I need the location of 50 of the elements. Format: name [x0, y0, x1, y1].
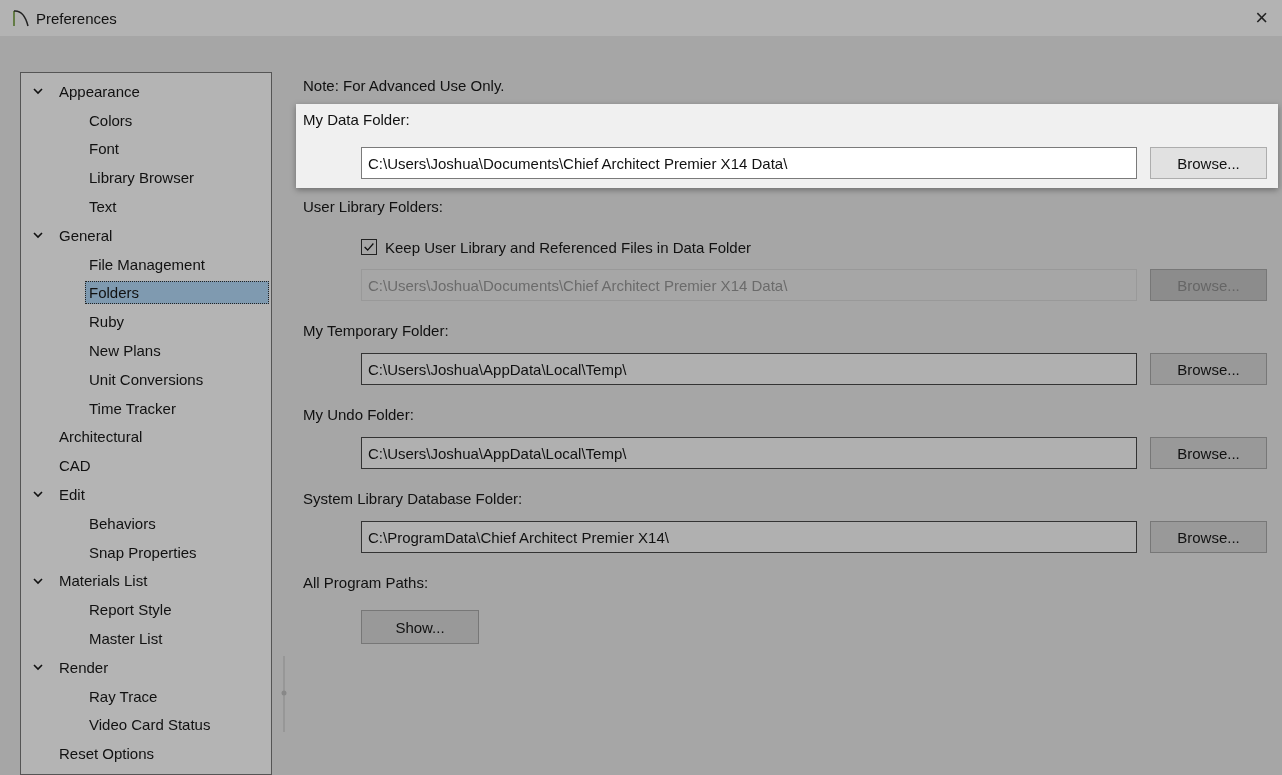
section-label: System Library Database Folder: [303, 489, 524, 509]
checkbox-label: Keep User Library and Referenced Files in Data Folder [385, 238, 751, 256]
tree-item[interactable]: Behaviors [85, 511, 160, 535]
tree-item[interactable]: Edit [55, 483, 89, 507]
note-text: Note: For Advanced Use Only. [302, 76, 506, 96]
browse-button[interactable]: Browse... [1150, 147, 1267, 179]
tree-item[interactable]: File Management [85, 252, 209, 276]
tree-item[interactable]: General [55, 223, 117, 247]
tree-item[interactable]: Ruby [85, 310, 129, 334]
path-field[interactable]: C:\Users\Joshua\AppData\Local\Temp\ [361, 353, 1137, 385]
show-button[interactable]: Show... [361, 610, 479, 644]
chevron-down-icon[interactable] [33, 87, 43, 95]
path-field[interactable]: C:\ProgramData\Chief Architect Premier X14\ [361, 521, 1137, 553]
browse-button[interactable]: Browse... [1150, 521, 1267, 553]
window-title: Preferences [36, 9, 118, 27]
tree-item[interactable]: Materials List [55, 569, 152, 593]
tree-item[interactable]: Library Browser [85, 166, 199, 190]
tree-item[interactable]: Snap Properties [85, 540, 201, 564]
tree-item[interactable]: New Plans [85, 339, 165, 363]
section-label: My Data Folder: [303, 110, 411, 130]
tree-item[interactable]: Folders [85, 281, 269, 305]
tree-item[interactable]: Architectural [55, 425, 147, 449]
section-label: User Library Folders: [303, 197, 445, 217]
tree-item[interactable]: Video Card Status [85, 713, 215, 737]
close-icon[interactable]: × [1249, 7, 1274, 29]
tree-item[interactable]: Master List [85, 627, 167, 651]
tree-item[interactable]: Ray Trace [85, 684, 162, 708]
chevron-down-icon[interactable] [33, 662, 43, 671]
tree-item[interactable]: Font [85, 137, 123, 161]
tree-item[interactable]: Text [85, 195, 121, 219]
browse-button[interactable]: Browse... [1150, 437, 1267, 469]
app-logo-icon [12, 8, 30, 28]
tree-item[interactable]: Reset Options [55, 742, 159, 766]
section-label: All Program Paths: [303, 573, 430, 593]
tree-item[interactable]: Appearance [55, 79, 144, 103]
tree-item[interactable]: Render [55, 655, 113, 679]
tree-item[interactable]: Colors [85, 108, 137, 132]
chevron-down-icon[interactable] [33, 576, 43, 585]
path-field[interactable]: C:\Users\Joshua\Documents\Chief Architect Premier X14 Data\ [361, 147, 1137, 179]
chevron-down-icon[interactable] [33, 490, 43, 499]
chevron-down-icon[interactable] [33, 231, 43, 239]
section-label: My Undo Folder: [303, 405, 415, 425]
path-field[interactable]: C:\Users\Joshua\AppData\Local\Temp\ [361, 437, 1137, 469]
splitter-handle-icon[interactable] [281, 656, 287, 732]
tree-item[interactable]: CAD [55, 454, 95, 478]
tree-item[interactable]: Unit Conversions [85, 367, 208, 391]
section-label: My Temporary Folder: [303, 321, 450, 341]
tree-item[interactable]: Time Tracker [85, 396, 180, 420]
browse-button[interactable]: Browse... [1150, 353, 1267, 385]
tree-item[interactable]: Report Style [85, 598, 176, 622]
